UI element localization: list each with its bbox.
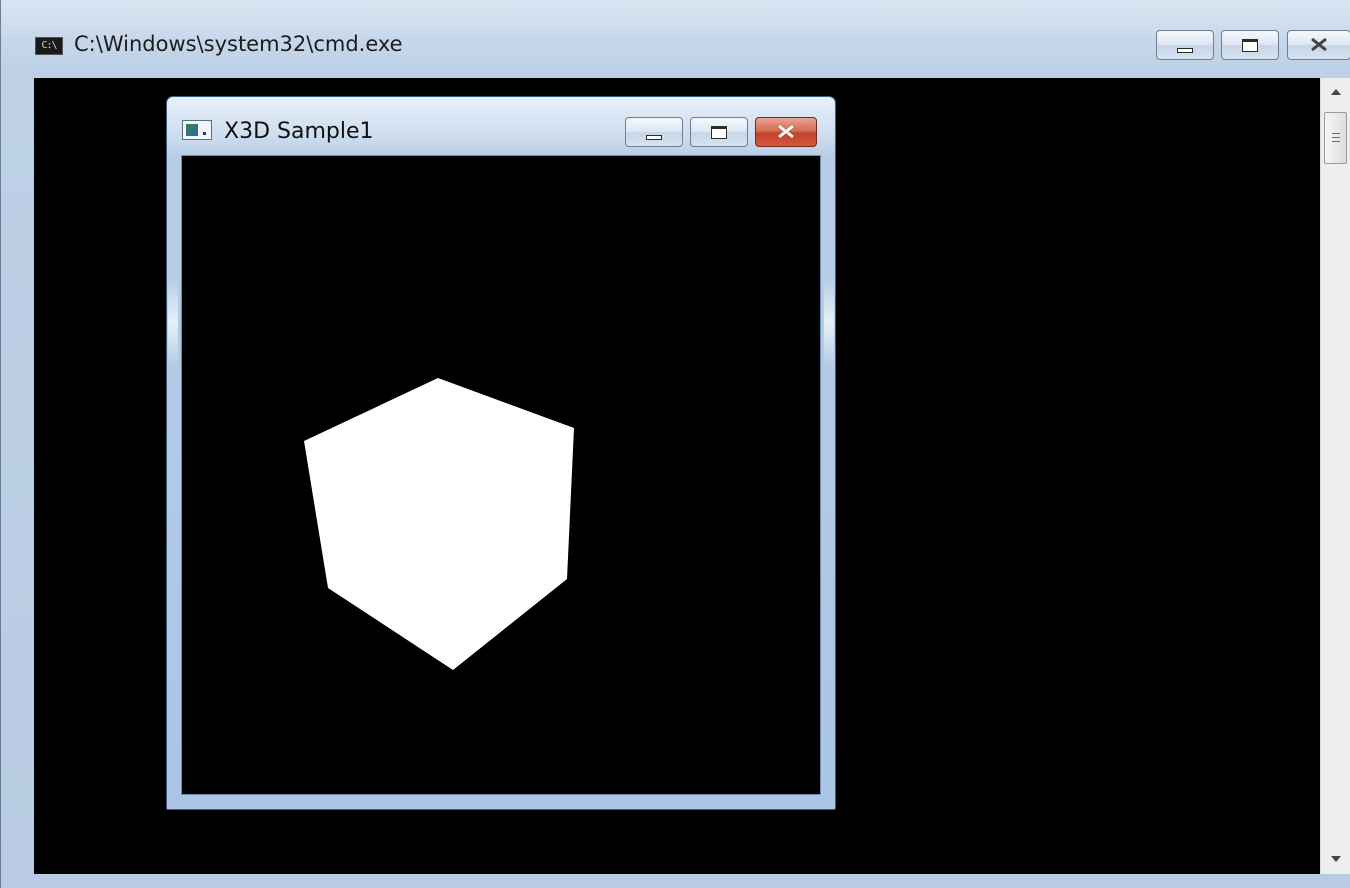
x3d-minimize-button[interactable] (625, 117, 683, 147)
x3d-close-button[interactable] (755, 117, 817, 147)
minimize-icon (1157, 31, 1213, 59)
scroll-thumb[interactable] (1324, 112, 1347, 164)
cmd-close-button[interactable] (1287, 30, 1350, 60)
x3d-maximize-button[interactable] (690, 117, 748, 147)
close-icon (1288, 31, 1350, 59)
cmd-titlebar[interactable]: C:\ C:\Windows\system32\cmd.exe (1, 0, 1350, 78)
3d-render-viewport[interactable] (181, 155, 821, 795)
cmd-maximize-button[interactable] (1221, 30, 1279, 60)
scroll-up-arrow-icon[interactable] (1321, 78, 1350, 106)
window-bottom-border (34, 874, 1350, 888)
cmd-window-title: C:\Windows\system32\cmd.exe (74, 32, 403, 56)
x3d-window-title: X3D Sample1 (224, 119, 374, 144)
vertical-scrollbar[interactable] (1320, 78, 1350, 874)
render-canvas (304, 378, 574, 670)
close-icon (756, 118, 816, 146)
cmd-minimize-button[interactable] (1156, 30, 1214, 60)
white-cube (304, 378, 574, 670)
application-window-icon[interactable] (182, 120, 212, 140)
scroll-down-arrow-icon[interactable] (1321, 846, 1350, 874)
minimize-icon (626, 118, 682, 146)
maximize-icon (691, 118, 747, 146)
window-frame-highlight (824, 277, 834, 367)
x3d-sample-window: X3D Sample1 (166, 96, 836, 810)
maximize-icon (1222, 31, 1278, 59)
cmd-prompt-icon[interactable]: C:\ (35, 37, 63, 55)
window-frame-highlight (168, 277, 178, 367)
